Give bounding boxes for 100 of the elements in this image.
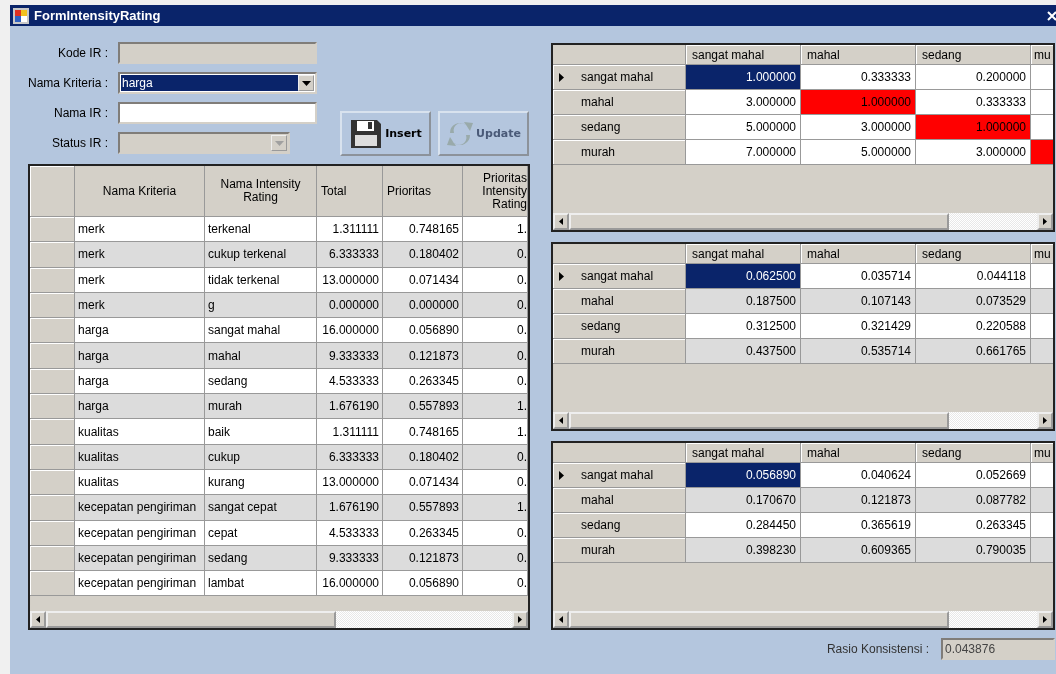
horizontal-scrollbar[interactable]: [553, 611, 1053, 628]
text-field[interactable]: [118, 102, 317, 124]
right-arrow-icon: [1043, 218, 1047, 225]
field-label: Kode IR :: [56, 46, 109, 60]
column-header[interactable]: sangat mahal: [686, 244, 801, 264]
scroll-left-button[interactable]: [553, 213, 569, 230]
table-cell: 3.000000: [801, 115, 916, 140]
table-cell: 1.311111: [317, 217, 383, 243]
row-header[interactable]: [30, 343, 75, 369]
row-header[interactable]: [30, 267, 75, 293]
column-header[interactable]: sangat mahal: [686, 45, 801, 65]
table-cell: 0.073529: [916, 289, 1031, 314]
row-header[interactable]: [30, 292, 75, 319]
row-header[interactable]: mahal: [553, 90, 686, 115]
table-cell: 1.: [463, 217, 528, 243]
row-header[interactable]: [30, 520, 75, 546]
table-cell: 0.263345: [383, 368, 463, 395]
column-header[interactable]: sedang: [916, 443, 1031, 463]
row-header[interactable]: [30, 242, 75, 268]
scroll-right-button[interactable]: [1037, 213, 1053, 230]
row-header[interactable]: mahal: [553, 289, 686, 314]
scroll-right-button[interactable]: [1037, 611, 1053, 628]
insert-button[interactable]: Insert: [340, 111, 431, 156]
table-cell: 0.: [463, 444, 528, 470]
column-header[interactable]: sedang: [916, 244, 1031, 264]
row-header[interactable]: sangat mahal: [553, 264, 686, 289]
column-header[interactable]: mahal: [801, 45, 916, 65]
row-header[interactable]: [30, 545, 75, 572]
scroll-right-button[interactable]: [512, 611, 528, 628]
dropdown-arrow-icon[interactable]: [301, 80, 311, 86]
column-header[interactable]: sedang: [916, 45, 1031, 65]
table-cell: 1.676190: [317, 394, 383, 420]
table-cell: 0.170670: [686, 488, 801, 513]
table-cell: 0.: [463, 545, 528, 572]
table-cell: harga: [75, 318, 205, 344]
row-header[interactable]: sangat mahal: [553, 463, 686, 488]
row-header[interactable]: sedang: [553, 115, 686, 140]
table-cell: 0.200000: [916, 65, 1031, 90]
scroll-thumb[interactable]: [46, 611, 336, 628]
row-header[interactable]: [30, 217, 75, 243]
table-cell: 13.000000: [317, 267, 383, 293]
table-cell: 5.000000: [801, 140, 916, 165]
table-cell: 0.071434: [383, 267, 463, 293]
row-header[interactable]: murah: [553, 140, 686, 165]
table-cell: 3.000000: [686, 90, 801, 115]
table-cell: 1.000000: [916, 115, 1031, 140]
column-header[interactable]: sangat mahal: [686, 443, 801, 463]
table-cell: 4.533333: [317, 520, 383, 546]
table-cell: 0.000000: [383, 292, 463, 319]
dropdown-field[interactable]: harga: [118, 72, 317, 94]
row-header[interactable]: murah: [553, 538, 686, 563]
table-cell: merk: [75, 217, 205, 243]
row-header[interactable]: [30, 394, 75, 420]
row-header[interactable]: [30, 495, 75, 521]
ratio-field[interactable]: 0.043876: [941, 638, 1055, 660]
table-cell: 0.557893: [383, 495, 463, 521]
table-cell: 0.107143: [801, 289, 916, 314]
row-header[interactable]: sangat mahal: [553, 65, 686, 90]
left-arrow-icon: [36, 616, 40, 623]
table-cell: 0.: [463, 469, 528, 496]
row-header[interactable]: [30, 469, 75, 496]
scroll-right-button[interactable]: [1037, 412, 1053, 429]
table-cell: 6.333333: [317, 444, 383, 470]
table-cell: 0.284450: [686, 513, 801, 538]
scroll-left-button[interactable]: [30, 611, 46, 628]
scroll-thumb[interactable]: [569, 412, 949, 429]
table-cell: harga: [75, 368, 205, 395]
table-cell: 0.748165: [383, 217, 463, 243]
table-cell: 0.263345: [916, 513, 1031, 538]
column-header[interactable]: mahal: [801, 244, 916, 264]
table-cell: 0.437500: [686, 339, 801, 364]
column-header[interactable]: mahal: [801, 443, 916, 463]
scroll-left-button[interactable]: [553, 611, 569, 628]
row-header[interactable]: sedang: [553, 513, 686, 538]
scroll-thumb[interactable]: [569, 213, 949, 230]
table-cell: 0.121873: [801, 488, 916, 513]
row-header[interactable]: [30, 318, 75, 344]
table-cell: kualitas: [75, 419, 205, 445]
row-header[interactable]: [30, 444, 75, 470]
scroll-thumb[interactable]: [569, 611, 949, 628]
table-cell: 0.: [463, 242, 528, 268]
horizontal-scrollbar[interactable]: [30, 611, 528, 628]
row-header[interactable]: [30, 419, 75, 445]
close-icon[interactable]: [1046, 9, 1056, 22]
table-cell: merk: [75, 267, 205, 293]
table-cell: 1.311111: [317, 419, 383, 445]
table-cell: lambat: [205, 571, 317, 597]
table-cell: 0.: [463, 267, 528, 293]
horizontal-scrollbar[interactable]: [553, 412, 1053, 429]
row-header[interactable]: [30, 571, 75, 597]
table-cell: 0.398230: [686, 538, 801, 563]
horizontal-scrollbar[interactable]: [553, 213, 1053, 230]
field-label: Status IR :: [50, 136, 109, 150]
scroll-left-button[interactable]: [553, 412, 569, 429]
row-header[interactable]: murah: [553, 339, 686, 364]
table-cell: murah: [205, 394, 317, 420]
table-cell: 16.000000: [317, 318, 383, 344]
row-header[interactable]: mahal: [553, 488, 686, 513]
row-header[interactable]: sedang: [553, 314, 686, 339]
row-header[interactable]: [30, 368, 75, 395]
